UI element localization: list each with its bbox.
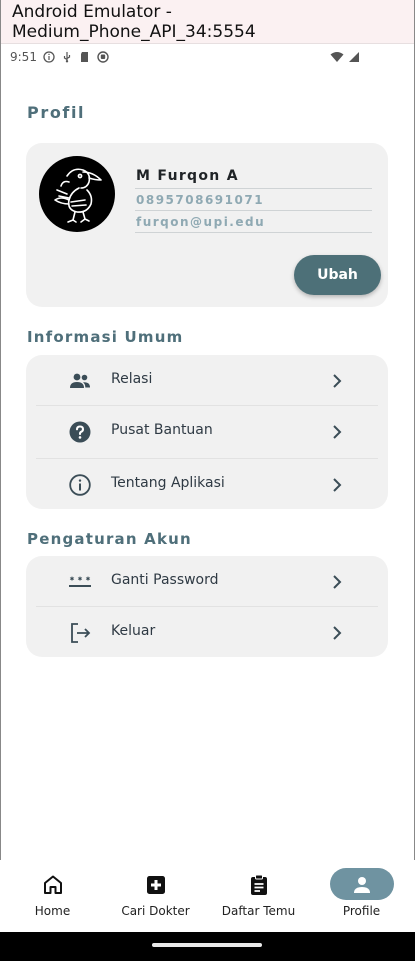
page-title: Profil (27, 103, 86, 122)
help-icon (69, 421, 91, 443)
profile-divider (135, 188, 372, 189)
info-section-title: Informasi Umum (27, 328, 184, 346)
logout-icon (71, 623, 91, 643)
chevron-right-icon (333, 425, 342, 439)
nav-home[interactable]: Home (1, 860, 104, 932)
bird-avatar-icon (54, 168, 102, 223)
nav-label: Daftar Temu (221, 904, 296, 918)
status-usb-icon (63, 52, 71, 63)
status-sdcard-icon (80, 52, 88, 62)
people-icon (70, 373, 90, 388)
status-sync-icon (97, 51, 109, 63)
menu-item-ganti-password[interactable]: Ganti Password (36, 556, 378, 608)
edit-profile-button[interactable]: Ubah (294, 255, 381, 295)
profile-phone: 0895708691071 (136, 193, 265, 207)
menu-item-tentang-aplikasi[interactable]: Tentang Aplikasi (36, 459, 378, 511)
password-icon (69, 576, 91, 587)
wifi-icon (330, 52, 344, 62)
nav-profile[interactable]: Profile (310, 860, 413, 932)
status-time: 9:51 (10, 50, 37, 64)
clipboard-icon (250, 874, 267, 895)
nav-label: Home (34, 904, 71, 918)
chevron-right-icon (333, 374, 342, 388)
emulator-window-title: Android Emulator - Medium_Phone_API_34:5… (0, 0, 415, 44)
chevron-right-icon (333, 478, 342, 492)
profile-email: furqon@upi.edu (136, 215, 266, 229)
profile-name: M Furqon A (136, 168, 239, 184)
nav-label: Profile (342, 904, 381, 918)
status-info-icon (43, 51, 55, 63)
profile-divider (135, 210, 372, 211)
menu-item-pusat-bantuan[interactable]: Pusat Bantuan (36, 406, 378, 458)
home-icon (43, 875, 62, 894)
menu-label: Pusat Bantuan (111, 422, 213, 438)
chevron-right-icon (333, 575, 342, 589)
profile-divider (135, 232, 372, 233)
account-menu-card: Ganti Password Keluar (26, 556, 388, 657)
menu-item-relasi[interactable]: Relasi (36, 355, 378, 407)
person-icon (353, 877, 370, 893)
gesture-navigation-bar (0, 932, 415, 961)
menu-label: Tentang Aplikasi (111, 475, 225, 491)
info-menu-card: Relasi Pusat Bantuan Tentang Aplikasi (26, 355, 388, 509)
menu-label: Relasi (111, 371, 153, 387)
nav-daftar-temu[interactable]: Daftar Temu (207, 860, 310, 932)
profile-card: M Furqon A 0895708691071 furqon@upi.edu … (26, 143, 388, 307)
menu-item-keluar[interactable]: Keluar (36, 607, 378, 659)
nav-label: Cari Dokter (121, 904, 190, 918)
avatar[interactable] (39, 156, 115, 232)
menu-label: Ganti Password (111, 572, 219, 588)
window-edge-left (0, 0, 1, 961)
info-icon (69, 474, 91, 496)
bottom-navigation: Home Cari Dokter Daftar Temu Profile (0, 860, 415, 932)
home-gesture-handle[interactable] (152, 943, 262, 947)
menu-label: Keluar (111, 623, 156, 639)
account-section-title: Pengaturan Akun (27, 530, 192, 548)
status-bar: 9:51 (0, 45, 415, 69)
medical-cross-icon (146, 876, 165, 894)
nav-cari-dokter[interactable]: Cari Dokter (104, 860, 207, 932)
signal-icon (349, 52, 359, 62)
chevron-right-icon (333, 626, 342, 640)
